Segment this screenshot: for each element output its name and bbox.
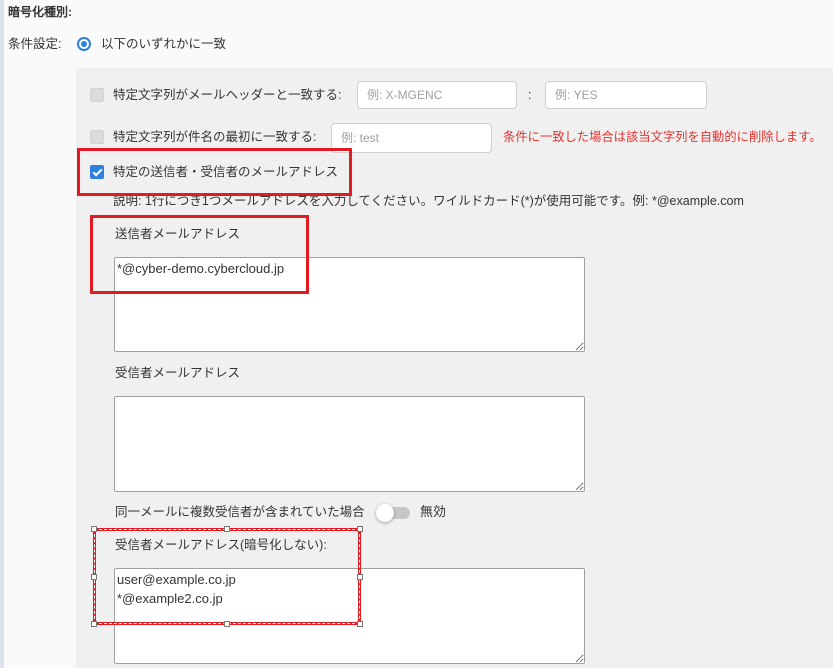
selection-handle [357,526,363,532]
selection-handle [91,621,97,627]
sender-address-label: 送信者メールアドレス [115,227,241,241]
address-match-description: 説明: 1行につき1つメールアドレスを入力してください。ワイルドカード(*)が使… [113,194,744,208]
address-match-label: 特定の送信者・受信者のメールアドレス [113,165,339,179]
subject-match-note: 条件に一致した場合は該当文字列を自動的に削除します。 [503,130,822,144]
multiple-recipients-state: 無効 [420,504,447,519]
selection-handle [91,526,97,532]
encryption-settings: 暗号化種別: 条件設定: 以下のいずれかに一致 特定文字列がメールヘッダーと一致… [0,0,833,668]
selection-handle [91,573,97,580]
condition-option-label: 以下のいずれかに一致 [101,37,227,51]
subject-prefix-input[interactable] [331,123,492,153]
toggle-knob [376,504,394,522]
recipient-address-textarea[interactable] [114,396,585,492]
multiple-recipients-label: 同一メールに複数受信者が含まれていた場合 [115,505,365,519]
recipient-address-label: 受信者メールアドレス [115,366,241,380]
multiple-recipients-toggle[interactable] [376,504,410,522]
excluded-recipient-label: 受信者メールアドレス(暗号化しない): [115,538,327,552]
header-separator: : [528,88,532,102]
left-edge-strip [0,0,4,668]
check-icon [92,166,103,177]
header-match-label: 特定文字列がメールヘッダーと一致する: [113,88,342,102]
condition-label: 条件設定: [8,37,62,51]
header-value-input[interactable] [545,81,707,109]
header-name-input[interactable] [357,81,517,109]
radio-selected-dot [81,41,87,47]
sender-address-textarea[interactable]: *@cyber-demo.cybercloud.jp [114,257,585,352]
subject-match-checkbox[interactable] [90,130,104,144]
conditions-panel: 特定文字列がメールヘッダーと一致する: : 特定文字列が件名の最初に一致する: … [76,68,833,668]
selection-handle [224,526,230,532]
address-match-checkbox[interactable] [90,165,104,179]
excluded-recipient-textarea[interactable]: user@example.co.jp *@example2.co.jp [114,568,585,664]
section-title: 暗号化種別: [8,5,72,19]
subject-match-label: 特定文字列が件名の最初に一致する: [113,130,317,144]
condition-radio[interactable] [77,37,91,51]
header-match-checkbox[interactable] [90,88,104,102]
